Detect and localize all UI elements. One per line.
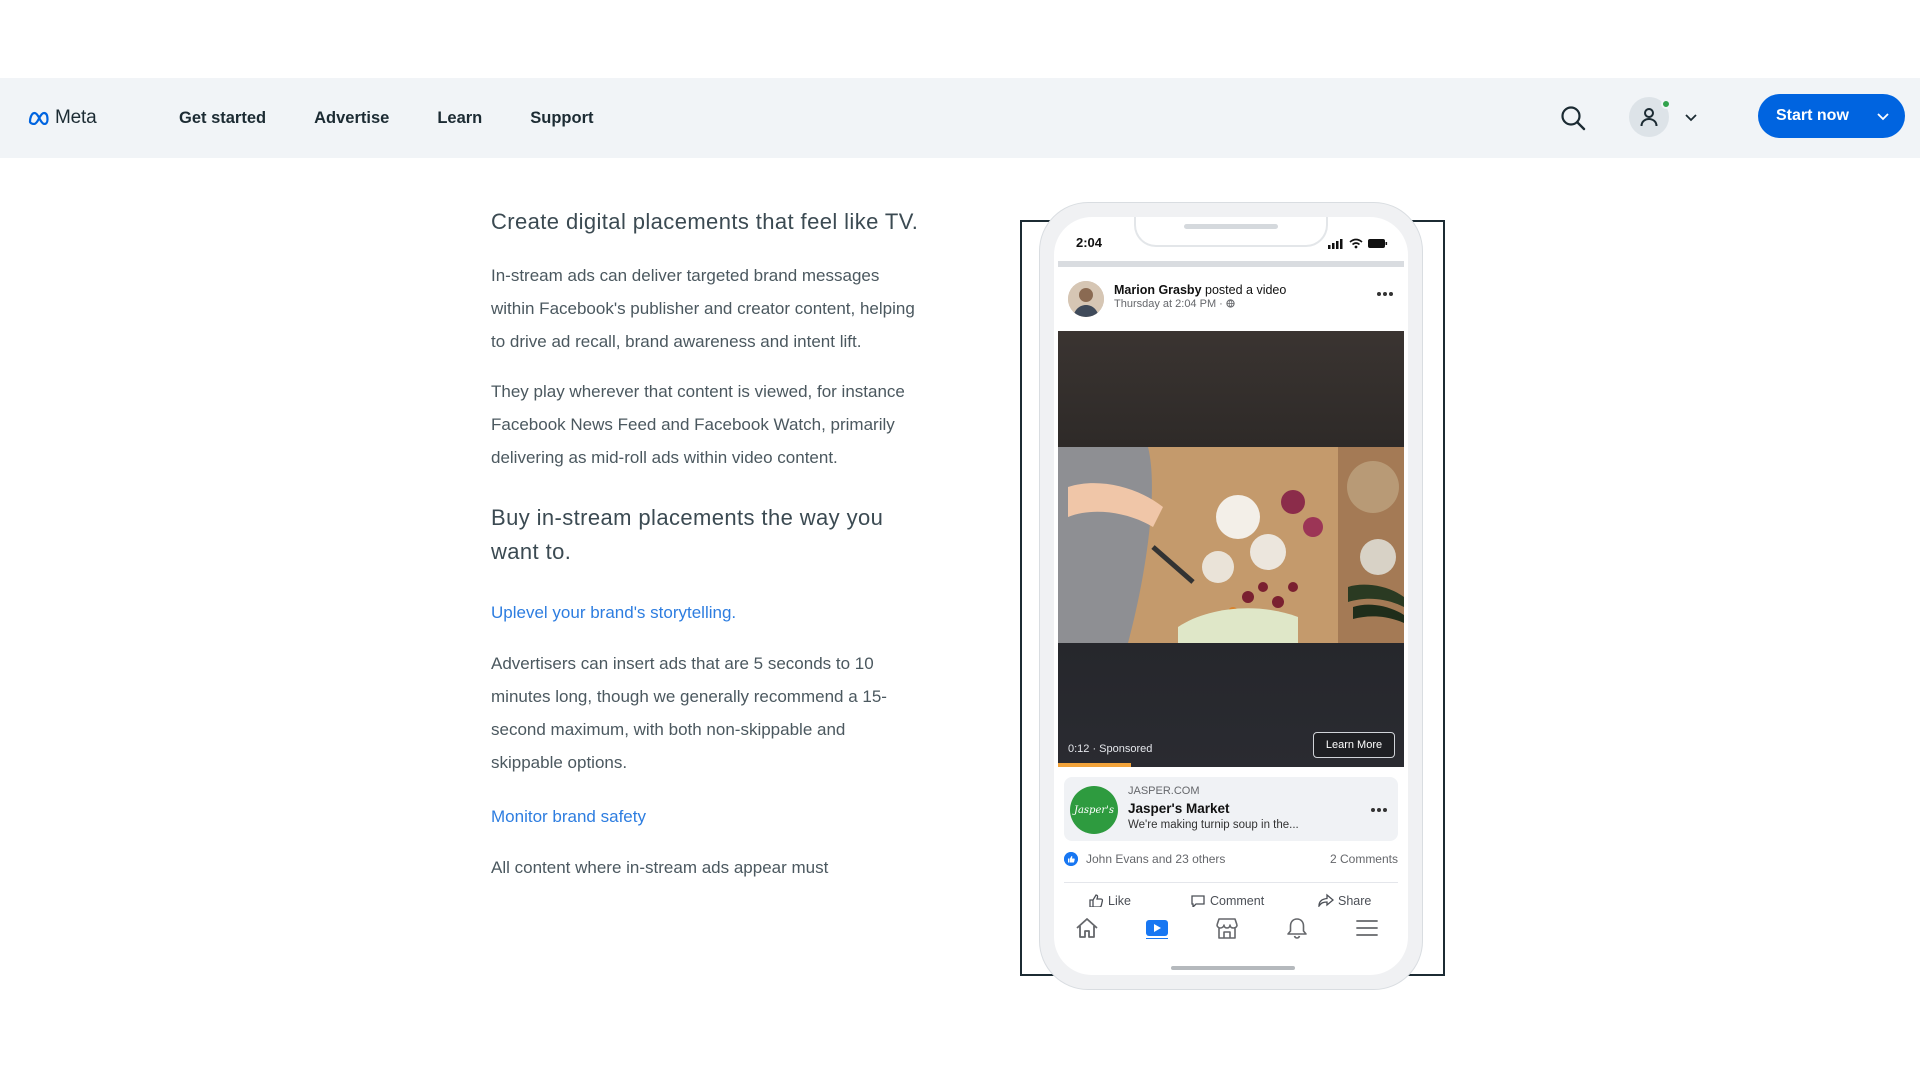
reaction-names[interactable]: John Evans and 23 others [1086, 852, 1225, 866]
chevron-down-icon[interactable] [1683, 109, 1699, 125]
home-icon[interactable] [1074, 917, 1100, 939]
like-reaction-icon [1064, 852, 1078, 866]
paragraph-ad-length: Advertisers can insert ads that are 5 se… [491, 654, 887, 772]
ad-domain: JASPER.COM [1128, 785, 1200, 797]
author-avatar[interactable] [1068, 281, 1104, 317]
home-indicator [1171, 966, 1295, 970]
phone-screen: 2:04 Marion Grasby posted a video Thursd… [1054, 217, 1408, 975]
paragraph-placements: They play wherever that content is viewe… [491, 382, 905, 467]
chevron-down-icon[interactable] [1875, 108, 1891, 124]
menu-icon[interactable] [1354, 917, 1380, 939]
post-header: Marion Grasby posted a video Thursday at… [1058, 267, 1404, 331]
ad-link-card[interactable]: Jasper's JASPER.COM Jasper's Market We'r… [1064, 777, 1398, 841]
person-icon [1068, 281, 1104, 317]
logo-text: Meta [55, 107, 97, 128]
ad-logo-text: Jasper's [1073, 804, 1115, 816]
user-icon [1640, 108, 1658, 127]
video-progress-bar[interactable] [1058, 763, 1131, 767]
account-button[interactable] [1629, 97, 1671, 137]
paragraph-instream: In-stream ads can deliver targeted brand… [491, 266, 915, 351]
status-bar-icons [1328, 238, 1388, 249]
jaspers-market-logo: Jasper's [1070, 786, 1118, 834]
watch-icon[interactable] [1144, 917, 1170, 939]
subheading-storytelling[interactable]: Uplevel your brand's storytelling. [491, 599, 921, 627]
more-options-icon[interactable] [1376, 291, 1394, 297]
heading-buy-instream: Buy in-stream placements the way you wan… [491, 505, 884, 564]
subheading-brand-safety[interactable]: Monitor brand safety [491, 803, 921, 831]
more-options-icon[interactable] [1370, 807, 1388, 813]
comment-count[interactable]: 2 Comments [1330, 852, 1398, 866]
nav-support[interactable]: Support [530, 109, 593, 128]
heading-digital-placements: Create digital placements that feel like… [491, 209, 919, 234]
search-icon[interactable] [1559, 104, 1587, 132]
video-player[interactable]: 0:12 · Sponsored Learn More [1058, 331, 1404, 767]
post-author-line: Marion Grasby posted a video [1114, 283, 1286, 297]
bottom-tab-bar [1058, 907, 1404, 947]
reactions-row: John Evans and 23 others 2 Comments [1064, 849, 1398, 869]
nav-learn[interactable]: Learn [437, 109, 482, 128]
post-timestamp: Thursday at 2:04 PM · [1114, 298, 1235, 310]
globe-icon [1226, 299, 1235, 308]
post-timestamp-text: Thursday at 2:04 PM · [1114, 298, 1226, 310]
share-label: Share [1338, 894, 1372, 908]
ad-advertiser-name: Jasper's Market [1128, 801, 1230, 816]
top-nav: Meta Get started Advertise Learn Support… [0, 78, 1920, 158]
post-author-name[interactable]: Marion Grasby [1114, 283, 1202, 297]
video-letterbox-top [1058, 331, 1404, 447]
paragraph-brand-safety: All content where in-stream ads appear m… [491, 858, 829, 877]
marketplace-icon[interactable] [1214, 917, 1240, 939]
meta-infinity-icon [28, 111, 49, 125]
video-time-sponsored: 0:12 · Sponsored [1068, 743, 1153, 755]
phone-speaker [1184, 224, 1278, 229]
learn-more-button[interactable]: Learn More [1313, 732, 1395, 758]
content-column: Create digital placements that feel like… [491, 205, 921, 884]
cutting-board-image [1058, 447, 1404, 643]
meta-logo[interactable]: Meta [27, 78, 97, 158]
start-now-button[interactable]: Start now [1758, 94, 1905, 138]
phone-notch [1134, 217, 1328, 247]
nav-advertise[interactable]: Advertise [314, 109, 389, 128]
nav-links: Get started Advertise Learn Support [179, 78, 642, 158]
nav-get-started[interactable]: Get started [179, 109, 266, 128]
bell-icon[interactable] [1284, 917, 1310, 939]
post-actions: Like Comment Share [1064, 882, 1398, 909]
start-now-label: Start now [1776, 107, 1849, 124]
status-time: 2:04 [1076, 235, 1103, 250]
like-label: Like [1108, 894, 1131, 908]
ad-description: We're making turnip soup in the... [1128, 819, 1299, 831]
video-frame-cooking [1058, 447, 1404, 643]
page: Meta Get started Advertise Learn Support… [0, 0, 1920, 1080]
post-action-text: posted a video [1205, 283, 1287, 297]
comment-label: Comment [1210, 894, 1265, 908]
online-status-dot [1661, 99, 1671, 109]
